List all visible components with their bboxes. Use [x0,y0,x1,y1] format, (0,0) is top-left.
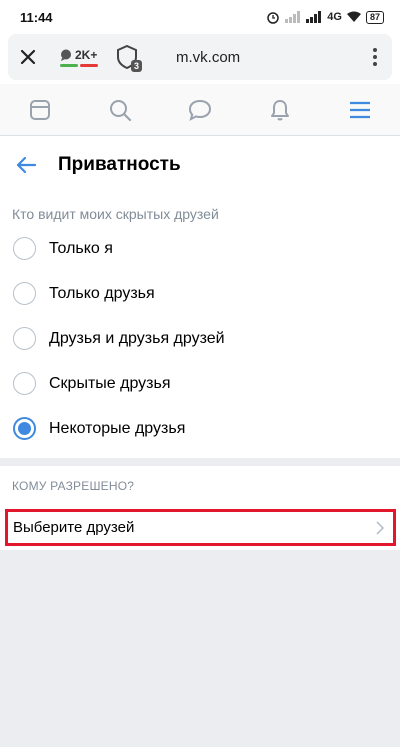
url-text[interactable]: m.vk.com [176,49,240,66]
alarm-icon [267,12,280,24]
radio-button[interactable] [13,327,36,350]
allowed-section: КОМУ РАЗРЕШЕНО? Выберите друзей [0,466,400,550]
chevron-right-icon [376,520,385,535]
option-some-friends[interactable]: Некоторые друзья [0,406,400,451]
back-arrow-icon[interactable] [14,153,38,177]
signal-icon [285,11,301,23]
bell-icon [271,99,289,120]
shield-count: 3 [130,60,142,72]
page-header: Приватность [0,136,400,194]
allowed-caption: КОМУ РАЗРЕШЕНО? [12,479,135,493]
search-icon [110,99,132,121]
status-time: 11:44 [20,9,53,25]
section-divider [0,458,400,466]
option-only-friends[interactable]: Только друзья [0,271,400,316]
signal-strength-icon [306,11,322,23]
counter-bars [60,63,98,67]
nav-notifications[interactable] [240,84,320,135]
option-label: Друзья и друзья друзей [49,329,225,347]
option-label: Только друзья [49,284,155,302]
close-icon[interactable] [18,47,38,67]
option-label: Скрытые друзья [49,374,171,392]
option-label: Некоторые друзья [49,419,186,437]
option-only-me[interactable]: Только я [0,226,400,271]
shield-icon[interactable]: 3 [116,44,142,72]
nav-messages[interactable] [160,84,240,135]
nav-menu[interactable] [320,84,400,135]
option-label: Только я [49,239,113,257]
option-hidden-friends[interactable]: Скрытые друзья [0,361,400,406]
nav-search[interactable] [80,84,160,135]
option-friends-of-friends[interactable]: Друзья и друзья друзей [0,316,400,361]
notification-counter[interactable]: 2K+ [60,48,98,67]
wifi-icon [346,11,361,22]
battery-icon: 87 [365,10,384,24]
hamburger-icon [350,101,370,118]
status-indicators: 4G 87 [266,10,384,24]
calendar-icon [30,99,50,120]
radio-button[interactable] [13,372,36,395]
select-friends-label: Выберите друзей [13,519,135,536]
radio-button-checked[interactable] [13,417,36,440]
vk-navigation [0,84,400,136]
battery-level: 87 [369,12,380,22]
counter-value: 2K+ [75,47,98,62]
section-caption: Кто видит моих скрытых друзей [12,206,219,222]
browser-toolbar: 2K+ 3 m.vk.com [0,34,400,84]
nav-news[interactable] [0,84,80,135]
select-friends-row[interactable]: Выберите друзей [5,509,396,546]
radio-button[interactable] [13,237,36,260]
address-bar: 2K+ 3 m.vk.com [8,34,392,80]
message-icon [188,99,212,121]
privacy-content: Приватность Кто видит моих скрытых друзе… [0,136,400,458]
network-type: 4G [327,11,342,23]
menu-dots-icon[interactable] [368,48,382,66]
radio-button[interactable] [13,282,36,305]
page-title: Приватность [58,154,181,175]
status-bar: 11:44 4G 87 [0,0,400,34]
chat-bubble-icon [61,49,71,61]
